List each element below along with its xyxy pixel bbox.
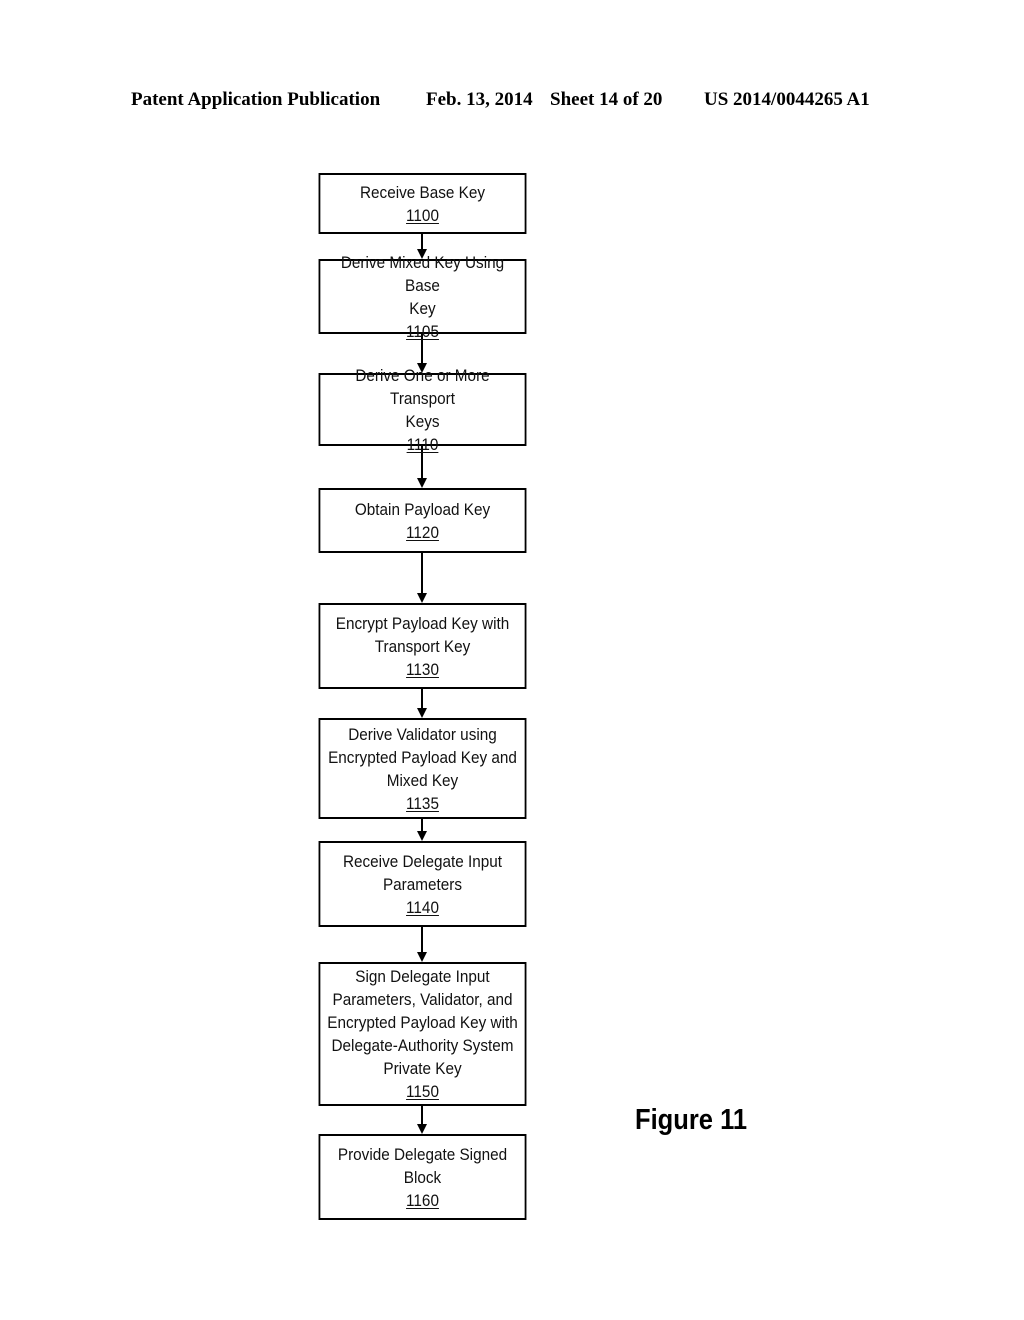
step-label: Encrypt Payload Key with Transport Key (335, 613, 510, 656)
step-box-1105: Derive Mixed Key Using Base Key 1105 (318, 253, 527, 341)
arrow-1135-1140 (417, 819, 427, 841)
step-ref: 1105 (406, 321, 439, 341)
arrowhead-icon (417, 708, 427, 718)
step-ref: 1100 (406, 205, 439, 225)
step-label: Sign Delegate Input Parameters, Validato… (327, 967, 518, 1078)
step-ref: 1130 (406, 659, 439, 679)
step-label: Receive Base Key (359, 182, 486, 202)
step-ref: 1160 (406, 1190, 439, 1210)
arrowhead-icon (417, 593, 427, 603)
step-ref: 1110 (406, 434, 439, 454)
step-label: Derive Mixed Key Using Base Key (340, 252, 505, 318)
step-box-1110: Derive One or More Transport Keys 1110 (318, 366, 527, 454)
step-ref: 1150 (406, 1082, 439, 1101)
arrow-1140-1150 (417, 927, 427, 962)
arrow-1130-1135 (417, 689, 427, 718)
step-ref: 1135 (406, 793, 439, 813)
step-label: Provide Delegate Signed Block (337, 1144, 508, 1187)
arrowhead-icon (417, 952, 427, 962)
step-box-1135: Derive Validator using Encrypted Payload… (318, 718, 527, 819)
arrowhead-icon (417, 831, 427, 841)
step-ref: 1120 (406, 522, 439, 542)
step-box-1150: Sign Delegate Input Parameters, Validato… (318, 962, 527, 1106)
figure-label: Figure 11 (635, 1104, 748, 1136)
arrow-1120-1130 (417, 553, 427, 603)
step-box-1100: Receive Base Key 1100 (318, 173, 527, 234)
step-ref: 1140 (406, 897, 439, 917)
step-label: Receive Delegate Input Parameters (342, 851, 503, 894)
step-box-1120: Obtain Payload Key 1120 (318, 488, 527, 553)
arrowhead-icon (417, 478, 427, 488)
step-label: Obtain Payload Key (354, 499, 491, 519)
step-box-1160: Provide Delegate Signed Block 1160 (318, 1134, 527, 1220)
step-label: Derive Validator using Encrypted Payload… (328, 724, 517, 790)
step-label: Derive One or More Transport Keys (355, 365, 490, 431)
arrowhead-icon (417, 1124, 427, 1134)
arrow-1150-1160 (417, 1106, 427, 1134)
step-box-1130: Encrypt Payload Key with Transport Key 1… (318, 603, 527, 689)
step-box-1140: Receive Delegate Input Parameters 1140 (318, 841, 527, 927)
